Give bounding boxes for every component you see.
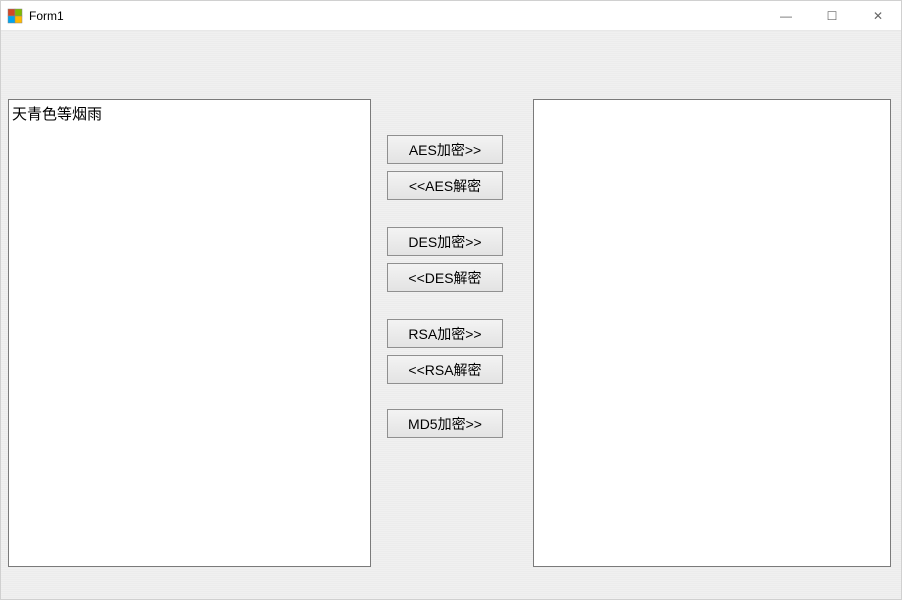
input-textarea[interactable]	[8, 99, 371, 567]
rsa-encrypt-button[interactable]: RSA加密>>	[387, 319, 503, 348]
window-title: Form1	[29, 9, 763, 23]
aes-decrypt-button[interactable]: <<AES解密	[387, 171, 503, 200]
maximize-button[interactable]: ☐	[809, 1, 855, 30]
md5-encrypt-button[interactable]: MD5加密>>	[387, 409, 503, 438]
main-window: Form1 — ☐ ✕ AES加密>> <<AES解密 DES加密>> <<DE…	[0, 0, 902, 600]
minimize-button[interactable]: —	[763, 1, 809, 30]
close-button[interactable]: ✕	[855, 1, 901, 30]
window-controls: — ☐ ✕	[763, 1, 901, 30]
app-icon	[7, 8, 23, 24]
des-encrypt-button[interactable]: DES加密>>	[387, 227, 503, 256]
output-textarea[interactable]	[533, 99, 891, 567]
client-area: AES加密>> <<AES解密 DES加密>> <<DES解密 RSA加密>> …	[1, 31, 901, 599]
aes-encrypt-button[interactable]: AES加密>>	[387, 135, 503, 164]
rsa-decrypt-button[interactable]: <<RSA解密	[387, 355, 503, 384]
des-decrypt-button[interactable]: <<DES解密	[387, 263, 503, 292]
titlebar[interactable]: Form1 — ☐ ✕	[1, 1, 901, 31]
